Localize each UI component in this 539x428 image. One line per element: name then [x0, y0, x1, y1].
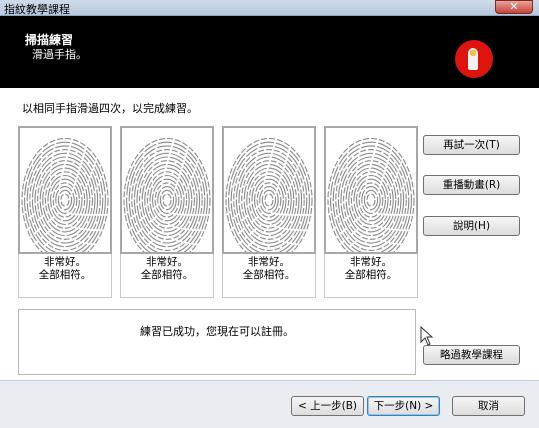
help-button[interactable]: 說明(H) [423, 216, 520, 236]
result-quality: 非常好。 [350, 256, 392, 268]
fingerprint-ridge [31, 152, 99, 248]
fingerprint-ridge [159, 189, 175, 211]
fingerprint-slot: 非常好。 全部相符。 [120, 126, 214, 298]
skip-tutorial-button[interactable]: 略過教學課程 [423, 345, 520, 365]
next-button[interactable]: 下一步(N) > [367, 396, 440, 416]
fingerprint-ridge [261, 189, 277, 211]
fingerprint-ridge [162, 193, 172, 207]
fingerprint-ridge [52, 182, 78, 218]
fingerprint-ridge [356, 178, 386, 222]
fingerprint-ridge [44, 171, 86, 229]
back-button[interactable]: < 上一步(B) [291, 396, 364, 416]
fingerprint-image [222, 126, 316, 263]
fingerprint-slot: 非常好。 全部相符。 [324, 126, 418, 298]
status-panel: 練習已成功，您現在可以註冊。 [18, 309, 416, 375]
fingerprint-ridge [50, 178, 80, 222]
result-match: 全部相符。 [140, 269, 194, 281]
retry-button[interactable]: 再試一次(T) [423, 135, 520, 155]
fingerprint-ridge [363, 189, 379, 211]
fingerprint-image [120, 126, 214, 263]
result-quality: 非常好。 [248, 256, 290, 268]
fingerprint-ridge [42, 167, 88, 233]
fingerprint-ridge [264, 193, 274, 207]
result-label: 非常好。 全部相符。 [222, 254, 316, 298]
fingerprint-slot: 非常好。 全部相符。 [222, 126, 316, 298]
fingerprint-ridge [230, 145, 308, 255]
fingerprint-ridge [144, 167, 190, 233]
fingerprint-ridge [26, 145, 104, 255]
result-match: 全部相符。 [38, 269, 92, 281]
fingerprint-slot: 非常好。 全部相符。 [18, 126, 112, 298]
result-label: 非常好。 全部相符。 [120, 254, 214, 298]
fingerprint-ridge [57, 189, 73, 211]
title-bar: 指紋教學課程 ✕ [0, 0, 539, 16]
fingerprint-ridge [133, 152, 201, 248]
result-quality: 非常好。 [44, 256, 86, 268]
result-match: 全部相符。 [344, 269, 398, 281]
result-quality: 非常好。 [146, 256, 188, 268]
replay-animation-button[interactable]: 重播動畫(R) [423, 175, 520, 195]
fingerprint-ridge [340, 156, 402, 244]
fingerprint-ridge [136, 156, 198, 244]
main-content: 以相同手指滑過四次，以完成練習。 非常好。 全部相符。 非常好。 全部相符。 非… [0, 88, 539, 380]
footer-divider [0, 380, 539, 381]
status-message: 練習已成功，您現在可以註冊。 [140, 325, 294, 338]
result-match: 全部相符。 [242, 269, 296, 281]
fingerprint-ridge [332, 145, 410, 255]
fingerprint-ridge [60, 193, 70, 207]
fingerprint-image [18, 126, 112, 263]
fingernail-icon [470, 50, 476, 56]
fingerprint-ridge [366, 193, 376, 207]
result-label: 非常好。 全部相符。 [18, 254, 112, 298]
fingerprint-ridge [348, 167, 394, 233]
fingerprint-ridge [152, 178, 182, 222]
fingerprint-ridge [254, 178, 284, 222]
fingerprint-ridge [154, 182, 180, 218]
fingerprint-ridge [146, 171, 188, 229]
header-banner: 掃描練習 滑過手指。 [0, 16, 539, 88]
result-label: 非常好。 全部相符。 [324, 254, 418, 298]
fingerprint-ridge [337, 152, 405, 248]
fingerprint-ridge [235, 152, 303, 248]
fingerprint-ridge [238, 156, 300, 244]
instruction-text: 以相同手指滑過四次，以完成練習。 [22, 102, 198, 115]
fingerprint-ridge [256, 182, 282, 218]
fingerprint-ridge [358, 182, 384, 218]
window-title: 指紋教學課程 [4, 3, 70, 16]
fingerprint-app-icon [455, 40, 493, 78]
cancel-button[interactable]: 取消 [452, 396, 525, 416]
close-button[interactable]: ✕ [495, 0, 533, 14]
fingerprint-ridge [248, 171, 290, 229]
fingerprint-image [324, 126, 418, 263]
fingerprint-ridge [246, 167, 292, 233]
mouse-cursor-icon [420, 326, 434, 346]
fingerprint-ridge [350, 171, 392, 229]
header-subtitle: 滑過手指。 [32, 48, 87, 61]
fingerprint-ridge [128, 145, 206, 255]
fingerprint-ridge [34, 156, 96, 244]
